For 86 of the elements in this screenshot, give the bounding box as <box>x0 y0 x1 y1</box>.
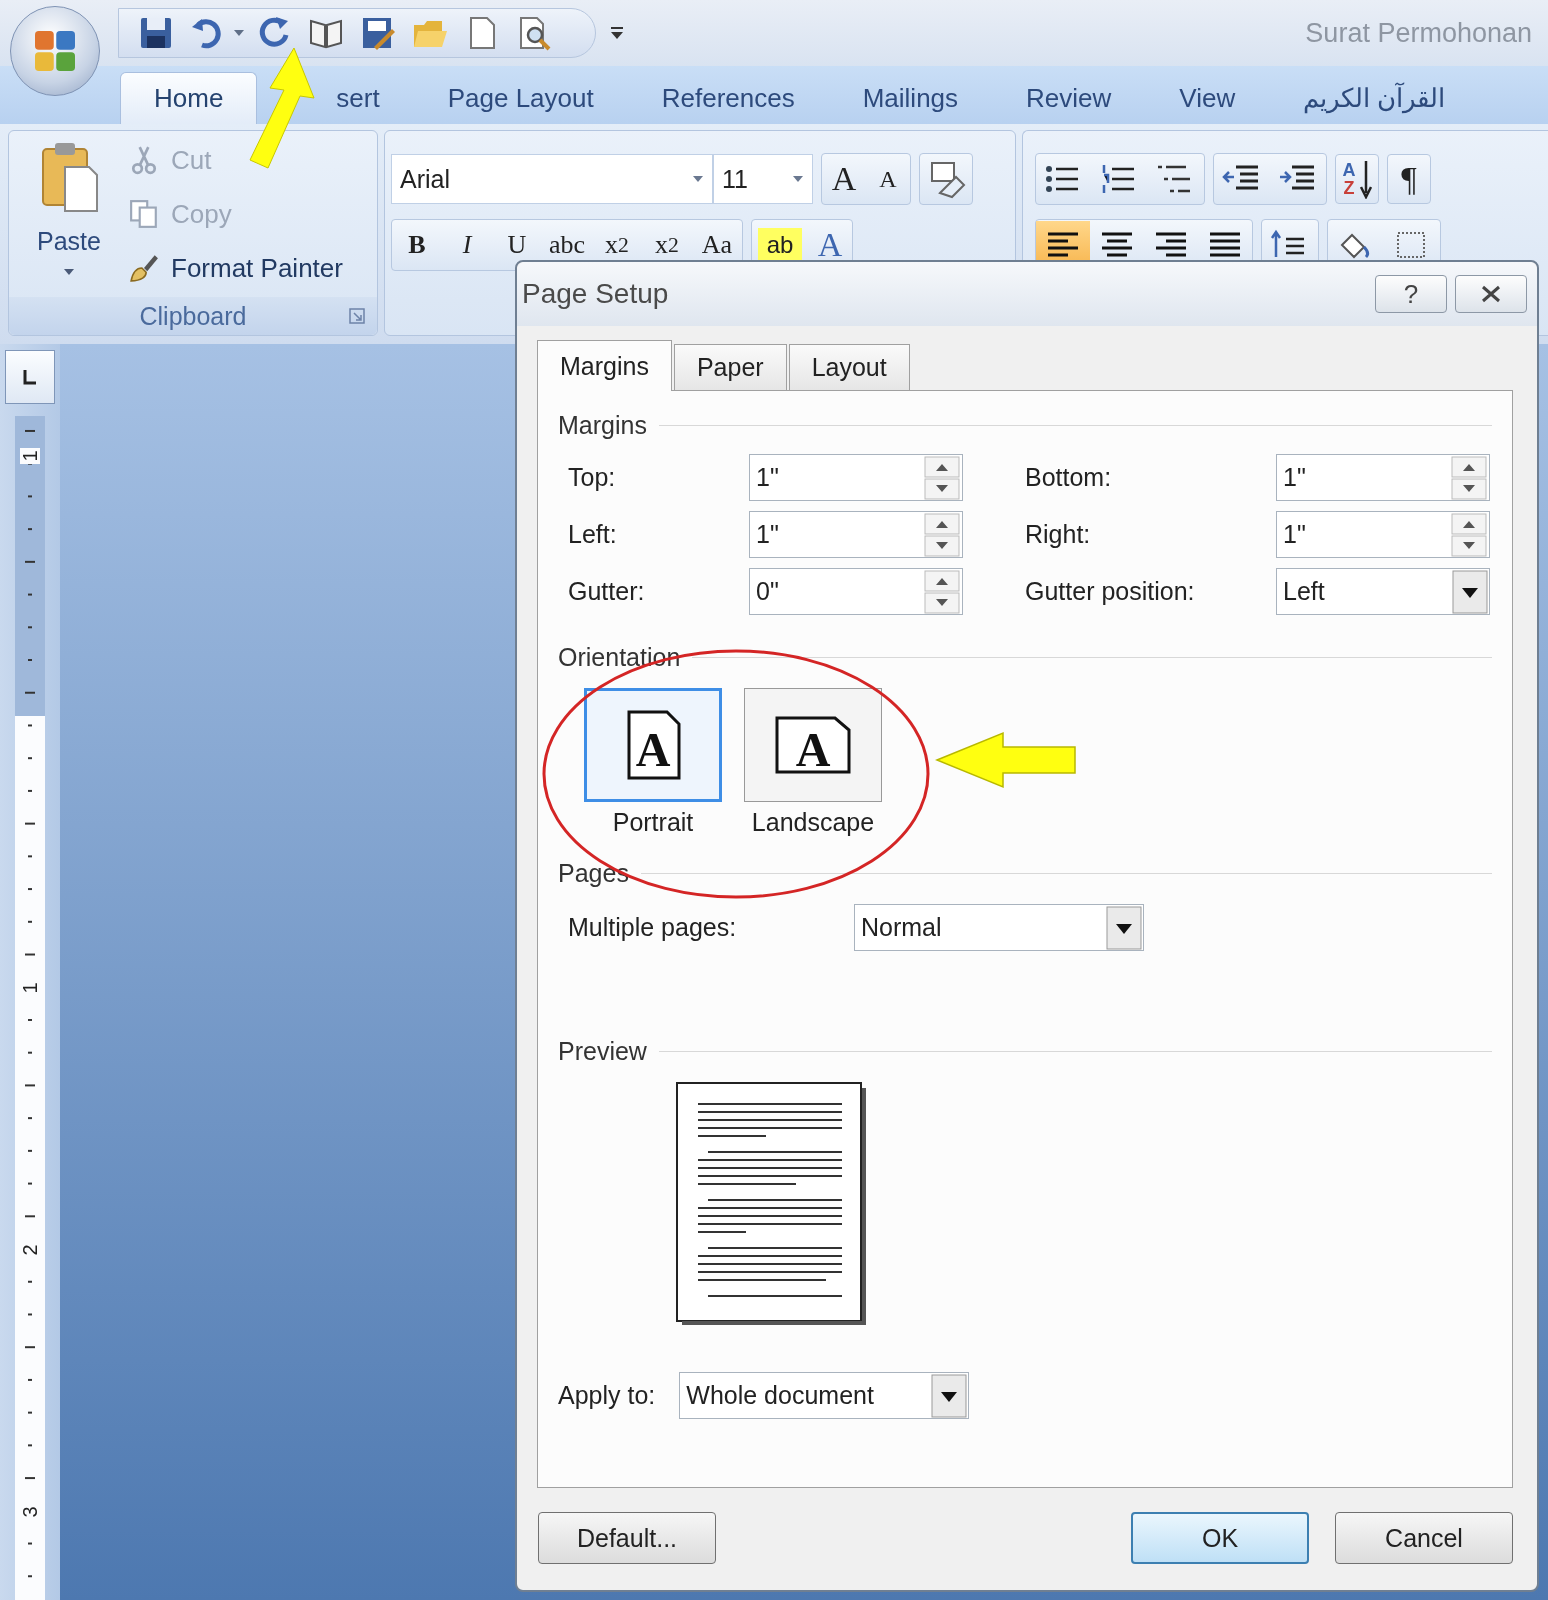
help-button[interactable]: ? <box>1375 275 1447 313</box>
highlight-button[interactable]: ab <box>758 228 802 262</box>
save-icon[interactable] <box>138 15 174 51</box>
copy-icon <box>129 199 159 229</box>
field-label: Left: <box>568 520 618 549</box>
spinner-arrows-icon[interactable] <box>1451 455 1487 500</box>
spinner-arrows-icon[interactable] <box>924 512 960 557</box>
scissors-icon <box>129 145 159 175</box>
group-label: Clipboard <box>139 301 247 331</box>
dialog-launcher-icon[interactable] <box>349 308 365 324</box>
align-center-icon <box>1100 231 1134 259</box>
caret-icon <box>792 175 804 183</box>
show-formatting-button[interactable]: ¶ <box>1387 154 1431 204</box>
dropdown-field[interactable]: Normal <box>854 904 1144 951</box>
ribbon-tab[interactable]: Home <box>120 72 258 124</box>
field-label: Gutter position: <box>1024 577 1196 606</box>
option-label: Landscape <box>751 808 875 837</box>
grow-font-button[interactable]: A <box>822 155 866 203</box>
close-icon <box>1479 284 1503 304</box>
shrink-font-button[interactable]: A <box>866 155 910 203</box>
align-justify-icon <box>1208 231 1242 259</box>
format-button[interactable]: Aa <box>692 221 742 269</box>
format-button[interactable]: I <box>442 221 492 269</box>
field-label: Top: <box>568 463 617 492</box>
ribbon-tab[interactable]: sert <box>303 72 413 124</box>
vertical-ruler[interactable]: 1 1 2 3 <box>15 416 45 1600</box>
caret-icon <box>692 175 704 183</box>
ruler-number: 3 <box>20 1504 40 1520</box>
field-label: Multiple pages: <box>568 913 738 942</box>
spin-field[interactable]: 0" <box>749 568 963 615</box>
spin-field[interactable]: 1" <box>1276 454 1490 501</box>
ribbon-tab[interactable]: References <box>628 72 828 124</box>
paste-button[interactable]: Paste <box>27 141 111 297</box>
ok-button[interactable]: OK <box>1131 1512 1309 1564</box>
format-button[interactable]: B <box>392 221 442 269</box>
dropdown-field[interactable]: Left <box>1276 568 1490 615</box>
spinner-arrows-icon[interactable] <box>1451 512 1487 557</box>
dropdown-field[interactable]: Whole document <box>679 1372 970 1419</box>
edit-document-icon[interactable] <box>360 15 396 51</box>
font-color-button[interactable]: A <box>808 221 852 269</box>
font-name-dropdown[interactable]: Arial <box>391 154 713 204</box>
field-label: Right: <box>1024 520 1092 549</box>
ruler-number: 1 <box>20 448 40 464</box>
font-size-dropdown[interactable]: 11 <box>713 154 813 204</box>
option-label: Portrait <box>612 808 694 837</box>
caret-icon <box>63 268 75 276</box>
ribbon-tab[interactable]: Mailings <box>829 72 992 124</box>
ruler-number: 2 <box>20 1242 40 1258</box>
paintbrush-icon <box>129 253 159 283</box>
field-label: Gutter: <box>568 577 646 606</box>
format-button[interactable]: abc <box>542 221 592 269</box>
ribbon-tab[interactable]: View <box>1146 72 1269 124</box>
down-arrow-icon <box>1359 159 1372 199</box>
clipboard-command[interactable]: Format Painter <box>129 249 343 287</box>
default-button[interactable]: Default... <box>538 1512 716 1564</box>
dialog-tab[interactable]: Margins <box>537 340 672 391</box>
clipboard-icon <box>39 141 99 213</box>
section-heading: Pages <box>558 859 629 888</box>
close-button[interactable] <box>1455 275 1527 313</box>
dropdown-caret-icon[interactable] <box>233 29 245 37</box>
spin-field[interactable]: 1" <box>1276 511 1490 558</box>
ribbon-tab[interactable]: Page Layout <box>414 72 627 124</box>
tab-selector-button[interactable] <box>5 350 55 404</box>
window-title: Surat Permohonan <box>1305 17 1532 49</box>
spin-field[interactable]: 1" <box>749 454 963 501</box>
field-label: Bottom: <box>1024 463 1113 492</box>
ribbon-tab[interactable]: Review <box>993 72 1145 124</box>
spinner-arrows-icon[interactable] <box>924 455 960 500</box>
portrait-option[interactable]: A <box>584 688 722 802</box>
ribbon-tab[interactable]: القرآن الكريم <box>1270 72 1479 124</box>
section-heading: Orientation <box>558 643 681 672</box>
field-label: Apply to: <box>558 1381 656 1410</box>
section-heading: Margins <box>558 411 647 440</box>
cancel-button[interactable]: Cancel <box>1335 1512 1513 1564</box>
landscape-option[interactable]: A <box>744 688 882 802</box>
spin-field[interactable]: 1" <box>749 511 963 558</box>
spinner-arrows-icon[interactable] <box>924 569 960 614</box>
sort-button[interactable]: A Z <box>1335 154 1379 204</box>
format-button[interactable]: U <box>492 221 542 269</box>
section-heading: Preview <box>558 1037 647 1066</box>
customize-toolbar-icon[interactable] <box>610 25 624 41</box>
dialog-tab[interactable]: Paper <box>673 344 787 390</box>
align-right-icon <box>1154 231 1188 259</box>
dialog-tab[interactable]: Layout <box>788 344 910 390</box>
dialog-title: Page Setup <box>522 278 669 310</box>
align-left-icon <box>1046 231 1080 259</box>
